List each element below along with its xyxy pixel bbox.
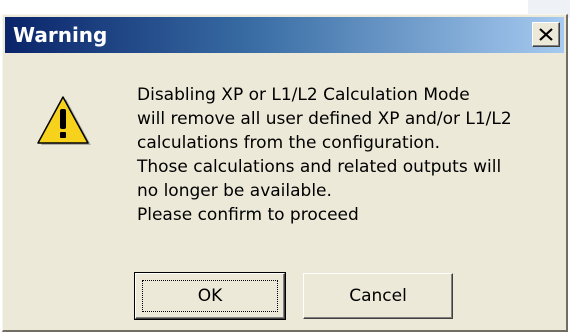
message-line: Disabling XP or L1/L2 Calculation Mode xyxy=(137,85,470,105)
title-bar[interactable]: Warning xyxy=(5,17,564,53)
focus-rectangle xyxy=(142,280,278,312)
message-line: Those calculations and related outputs w… xyxy=(137,157,502,177)
ok-button[interactable]: OK xyxy=(134,272,286,320)
dialog-message: Disabling XP or L1/L2 Calculation Mode w… xyxy=(137,83,557,227)
dialog-title: Warning xyxy=(13,23,108,47)
cancel-button-label: Cancel xyxy=(349,286,407,306)
message-line: no longer be available. xyxy=(137,181,332,201)
warning-triangle-icon xyxy=(37,96,91,145)
close-icon xyxy=(539,28,553,41)
message-line: will remove all user defined XP and/or L… xyxy=(137,109,512,129)
message-line: calculations from the configuration. xyxy=(137,133,441,153)
message-line: Please confirm to proceed xyxy=(137,205,359,225)
close-button[interactable] xyxy=(532,22,560,47)
cancel-button[interactable]: Cancel xyxy=(303,273,453,319)
warning-dialog: Warning Disabling XP or L1/L2 Calculatio… xyxy=(2,14,568,332)
